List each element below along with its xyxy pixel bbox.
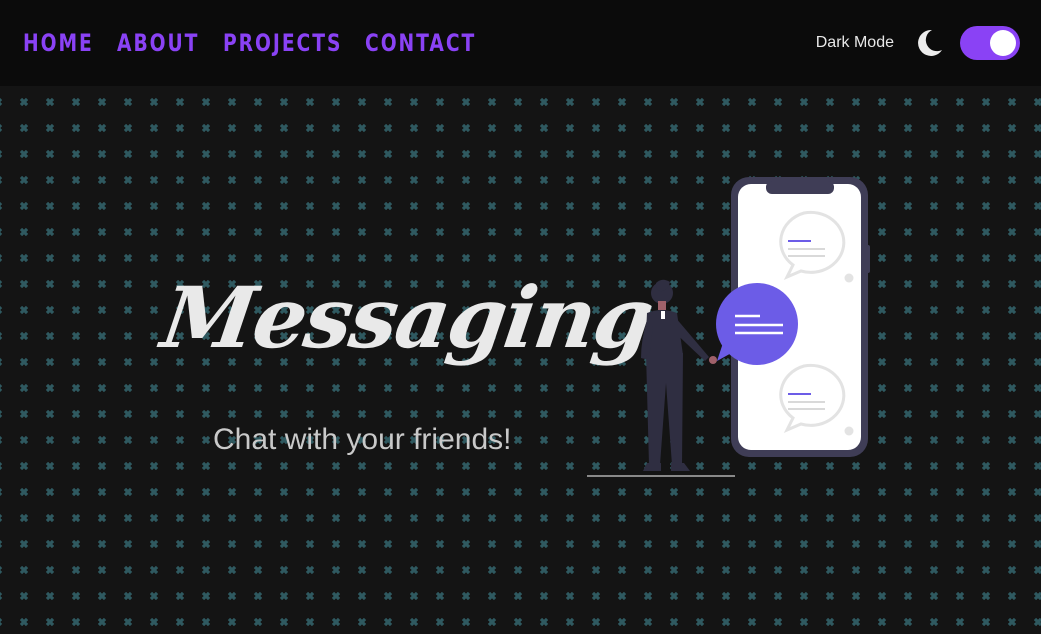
page: HOME ABOUT PROJECTS CONTACT Dark Mode Me… bbox=[0, 0, 1041, 634]
messaging-illustration bbox=[587, 177, 870, 477]
nav-link-projects[interactable]: PROJECTS bbox=[223, 29, 340, 57]
nav-link-about[interactable]: ABOUT bbox=[117, 29, 202, 57]
nav-links: HOME ABOUT PROJECTS CONTACT bbox=[23, 29, 502, 57]
nav-link-contact[interactable]: CONTACT bbox=[365, 29, 474, 57]
dark-mode-label: Dark Mode bbox=[815, 34, 894, 51]
navbar: HOME ABOUT PROJECTS CONTACT Dark Mode bbox=[0, 0, 1041, 86]
theme-controls: Dark Mode bbox=[816, 0, 1020, 86]
nav-link-home[interactable]: HOME bbox=[23, 29, 99, 57]
hero-title: Messaging bbox=[156, 268, 658, 367]
toggle-knob bbox=[990, 30, 1016, 56]
hero-subtitle: Chat with your friends! bbox=[213, 423, 512, 456]
moon-icon bbox=[918, 29, 942, 56]
dark-mode-toggle[interactable] bbox=[960, 26, 1020, 60]
